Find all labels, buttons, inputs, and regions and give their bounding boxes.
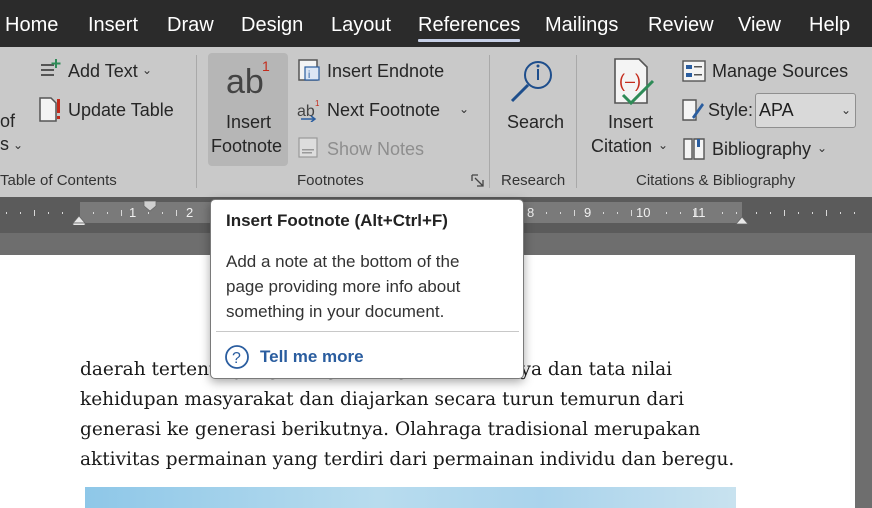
tab-draw[interactable]: Draw: [167, 12, 214, 38]
next-footnote-button[interactable]: Next Footnote: [327, 99, 440, 121]
citations-group-label: Citations & Bibliography: [636, 172, 796, 189]
tab-mailings[interactable]: Mailings: [545, 12, 618, 38]
bibliography-chevron-down-icon[interactable]: ⌄: [817, 141, 827, 155]
insert-citation-label-1[interactable]: Insert: [608, 111, 653, 133]
ruler-number: 10: [636, 205, 651, 220]
toc-group-label: Table of Contents: [0, 172, 117, 189]
show-notes-button: Show Notes: [327, 139, 425, 159]
tab-help[interactable]: Help: [809, 12, 850, 38]
group-separator: [196, 55, 197, 188]
toc-partial-label-1[interactable]: of: [0, 110, 15, 132]
tab-review[interactable]: Review: [648, 12, 714, 38]
tab-references[interactable]: References: [418, 12, 521, 42]
insert-footnote-icon: ab 1: [226, 58, 270, 101]
help-icon[interactable]: ?: [224, 344, 250, 370]
insert-endnote-button[interactable]: Insert Endnote: [327, 60, 444, 82]
insert-footnote-tooltip: Insert Footnote (Alt+Ctrl+F) Add a note …: [210, 199, 524, 379]
tab-home[interactable]: Home: [5, 12, 58, 38]
bibliography-icon: [683, 138, 705, 160]
update-table-icon: [39, 97, 60, 122]
bibliography-button[interactable]: Bibliography: [712, 138, 811, 160]
tooltip-line: something in your document.: [226, 302, 445, 321]
ribbon: of s ⌄ Add Text ⌄ Update Table Table of …: [0, 47, 872, 197]
insert-endnote-icon: i: [298, 59, 320, 81]
tell-me-more-link[interactable]: Tell me more: [260, 347, 364, 367]
tooltip-line: Add a note at the bottom of the: [226, 252, 460, 271]
ruler-number: 9: [584, 205, 592, 220]
insert-citation-chevron-down-icon[interactable]: ⌄: [658, 138, 668, 152]
document-line: kehidupan masyarakat dan diajarkan secar…: [80, 389, 685, 410]
tooltip-description: Add a note at the bottom of the page pro…: [226, 249, 516, 324]
update-table-button[interactable]: Update Table: [68, 99, 174, 121]
svg-text:i: i: [308, 70, 310, 81]
document-line: generasi ke generasi berikutnya. Olahrag…: [80, 419, 701, 440]
insert-footnote-label-1: Insert: [226, 112, 272, 132]
tooltip-divider: [216, 331, 519, 332]
manage-sources-icon: [682, 60, 706, 82]
tab-design[interactable]: Design: [241, 12, 303, 38]
ruler-number: 1: [129, 205, 137, 220]
ruler-number: 2: [186, 205, 194, 220]
svg-text:?: ?: [232, 350, 241, 367]
style-select-value: APA: [759, 100, 794, 120]
insert-citation-label-2[interactable]: Citation: [591, 135, 652, 157]
manage-sources-button[interactable]: Manage Sources: [712, 60, 848, 82]
next-footnote-icon: ab 1: [297, 99, 320, 122]
add-text-chevron-down-icon[interactable]: ⌄: [142, 63, 152, 77]
footnotes-dialog-launcher-icon[interactable]: [471, 174, 485, 188]
search-icon: [510, 61, 552, 103]
insert-citation-icon: (–): [614, 58, 655, 106]
svg-text:1: 1: [262, 58, 270, 74]
tab-layout[interactable]: Layout: [331, 12, 391, 38]
search-button[interactable]: Search: [507, 111, 564, 133]
next-footnote-chevron-down-icon[interactable]: ⌄: [459, 102, 469, 116]
add-text-icon: [41, 59, 61, 76]
tab-view[interactable]: View: [738, 12, 781, 38]
style-label: Style:: [708, 100, 754, 120]
group-separator: [489, 55, 490, 188]
ribbon-tab-bar: Home Insert Draw Design Layout Reference…: [0, 0, 872, 47]
tooltip-line: page providing more info about: [226, 277, 461, 296]
toc-chevron-down-icon[interactable]: ⌄: [13, 138, 23, 152]
style-select[interactable]: APA ⌄: [755, 93, 856, 128]
footnotes-group-label: Footnotes: [297, 172, 364, 189]
chevron-down-icon: ⌄: [840, 103, 851, 117]
ruler-number: 8: [527, 205, 535, 220]
svg-text:ab: ab: [226, 63, 264, 101]
insert-footnote-label-2: Footnote: [211, 136, 283, 156]
style-icon: [682, 99, 704, 121]
ruler-number: 11: [692, 205, 706, 220]
toc-partial-label-2[interactable]: s: [0, 133, 9, 155]
group-separator: [576, 55, 577, 188]
document-image[interactable]: [85, 487, 736, 508]
add-text-button[interactable]: Add Text: [68, 60, 138, 82]
show-notes-icon: [298, 137, 318, 158]
tab-insert[interactable]: Insert: [88, 12, 138, 38]
research-group-label: Research: [501, 172, 566, 189]
svg-text:(–): (–): [619, 71, 641, 91]
svg-text:1: 1: [315, 99, 320, 108]
document-line: aktivitas permainan yang terdiri dari pe…: [80, 449, 735, 470]
tooltip-title: Insert Footnote (Alt+Ctrl+F): [226, 211, 448, 230]
